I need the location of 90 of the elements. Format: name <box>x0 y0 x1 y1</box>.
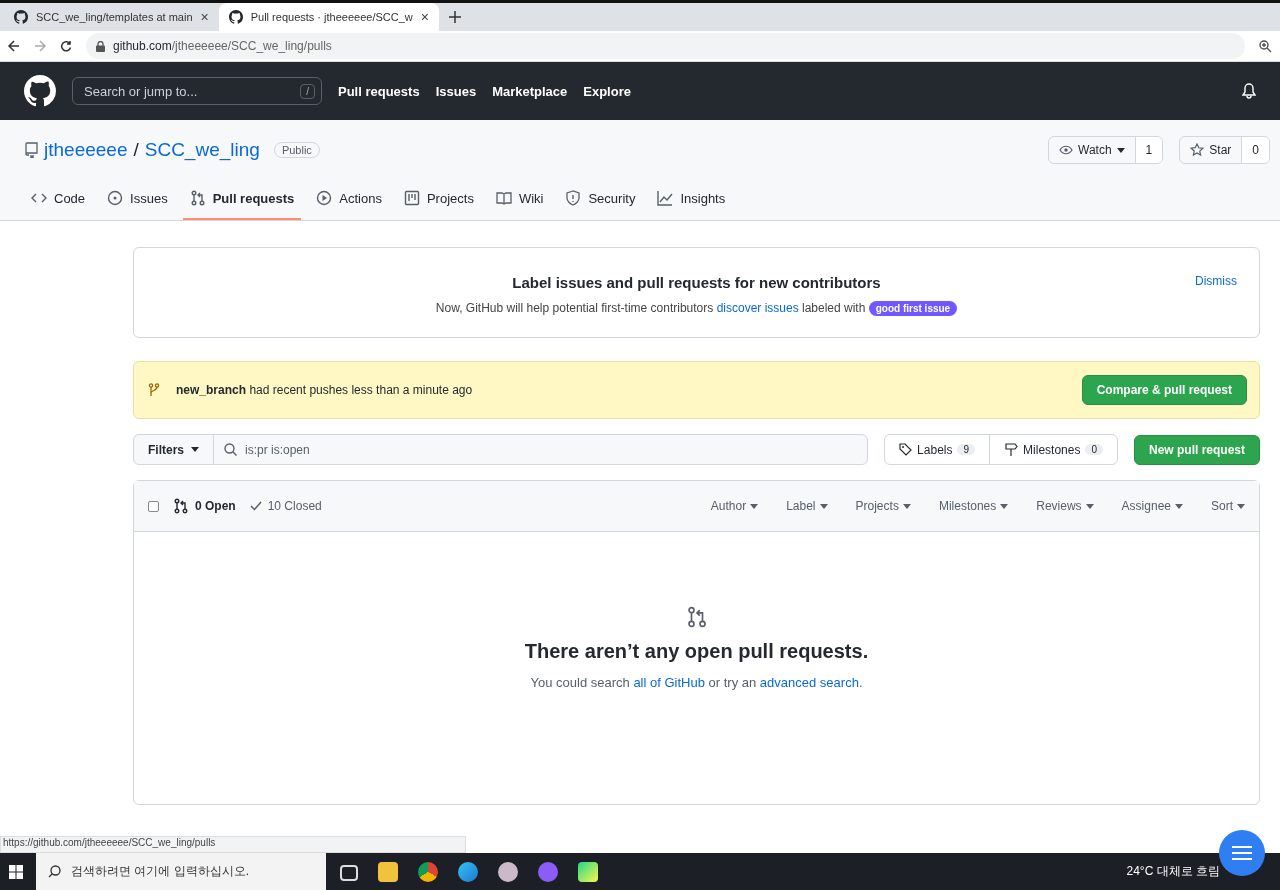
lock-icon <box>96 40 105 52</box>
filter-dropdown[interactable]: Author <box>710 499 759 513</box>
repo-icon <box>24 142 38 158</box>
status-url: https://github.com/jtheeeeee/SCC_we_ling/pulls <box>0 836 466 853</box>
milestones-button[interactable]: Milestones 0 <box>989 435 1117 464</box>
address-bar[interactable]: github.com/jtheeeeee/SCC_we_ling/pulls <box>86 33 1245 59</box>
circle-dot-icon <box>107 190 124 206</box>
graph-icon <box>657 190 674 206</box>
zoom-icon[interactable] <box>1259 39 1272 53</box>
task-view-icon[interactable] <box>340 864 358 881</box>
star-button[interactable]: Star 0 <box>1179 136 1270 164</box>
search-field[interactable]: Search or jump to... / <box>72 77 322 105</box>
signpost-icon <box>1004 443 1019 456</box>
labels-button[interactable]: Labels 9 <box>885 435 990 464</box>
banner-title: Label issues and pull requests for new contributors <box>512 274 881 291</box>
repo-tab[interactable]: Actions <box>309 180 389 220</box>
menu-button[interactable] <box>1219 830 1265 876</box>
closed-filter[interactable]: 10 Closed <box>249 499 322 513</box>
nav-link[interactable]: Pull requests <box>338 83 420 99</box>
path-separator: / <box>133 139 139 161</box>
reload-icon[interactable] <box>60 40 72 52</box>
repo-tab[interactable]: Security <box>558 180 643 220</box>
board-icon <box>403 190 420 206</box>
caret-icon <box>1175 503 1183 509</box>
play-icon <box>316 190 333 206</box>
tag-icon <box>899 443 913 456</box>
taskbar-search-field[interactable]: 검색하려면 여기에 입력하십시오. <box>36 853 326 890</box>
nav-link[interactable]: Marketplace <box>492 83 568 99</box>
back-icon[interactable] <box>8 40 20 52</box>
repo-tab[interactable]: Pull requests <box>182 180 302 220</box>
close-icon[interactable]: × <box>420 9 429 25</box>
empty-state-text: You could search <box>530 675 630 690</box>
push-message: new_branch had recent pushes less than a minute ago <box>176 383 473 397</box>
close-icon[interactable]: × <box>200 9 209 25</box>
banner-text: labeled with <box>802 301 866 315</box>
repo-name-link[interactable]: SCC_we_ling <box>144 139 260 161</box>
caret-icon <box>902 503 911 509</box>
check-icon <box>249 501 262 511</box>
caret-icon <box>819 503 828 509</box>
caret-icon <box>1237 503 1245 509</box>
repo-tab[interactable]: Wiki <box>488 180 551 220</box>
filter-dropdown[interactable]: Reviews <box>1036 499 1094 513</box>
label-tag: good first issue <box>868 301 958 316</box>
nav-link[interactable]: Explore <box>583 83 631 99</box>
all-github-link[interactable]: all of GitHub <box>633 675 705 690</box>
branch-icon <box>148 383 160 397</box>
bell-icon[interactable] <box>1242 83 1256 99</box>
empty-state-title: There aren’t any open pull requests. <box>524 640 869 663</box>
empty-state-text: or try an <box>708 675 757 690</box>
pull-request-icon <box>173 498 189 514</box>
caret-icon <box>1085 503 1094 509</box>
eye-icon <box>1059 145 1074 155</box>
weather-status: 24°C 대체로 흐림 <box>1126 863 1220 880</box>
new-tab-icon[interactable] <box>448 11 461 23</box>
caret-icon <box>750 503 759 509</box>
filter-dropdown[interactable]: Milestones <box>938 499 1009 513</box>
filter-dropdown[interactable]: Projects <box>855 499 911 513</box>
octocat-logo-icon <box>14 10 28 24</box>
book-icon <box>495 190 512 206</box>
filter-dropdown[interactable]: Sort <box>1211 499 1245 513</box>
browser-tab[interactable]: Pull requests · jtheeeeee/SCC_w × <box>218 3 439 31</box>
pull-request-icon <box>189 190 206 206</box>
repo-tab[interactable]: Insights <box>650 180 733 220</box>
repo-tab[interactable]: Projects <box>396 180 481 220</box>
select-all-checkbox[interactable] <box>148 500 159 512</box>
discover-issues-link[interactable]: discover issues <box>716 301 799 315</box>
nav-link[interactable]: Issues <box>435 83 477 99</box>
octocat-logo-icon <box>24 75 56 107</box>
watch-button[interactable]: Watch 1 <box>1048 136 1164 164</box>
dismiss-link[interactable]: Dismiss <box>1195 274 1237 288</box>
open-filter[interactable]: 0 Open <box>173 498 236 514</box>
browser-tab[interactable]: SCC_we_ling/templates at main × <box>4 3 219 31</box>
menu-icon <box>1232 846 1252 860</box>
repo-tab[interactable]: Code <box>24 180 93 220</box>
caret-icon <box>1116 147 1125 153</box>
filter-dropdown[interactable]: Assignee <box>1121 499 1183 513</box>
banner-text: Now, GitHub will help potential first-time contributors <box>435 301 714 315</box>
windows-start-icon[interactable] <box>9 864 23 879</box>
octocat-logo-icon <box>228 10 243 24</box>
filter-dropdown[interactable]: Label <box>786 499 828 513</box>
shield-icon <box>565 190 582 206</box>
chrome-icon[interactable] <box>418 861 438 882</box>
star-icon <box>1190 143 1205 157</box>
pull-request-icon <box>685 606 708 628</box>
period-text: . <box>858 675 863 690</box>
owner-link[interactable]: jtheeeeee <box>44 139 128 161</box>
search-icon <box>48 865 61 878</box>
caret-icon <box>1000 503 1009 509</box>
repo-tab[interactable]: Issues <box>100 180 175 220</box>
advanced-search-link[interactable]: advanced search <box>759 675 859 690</box>
